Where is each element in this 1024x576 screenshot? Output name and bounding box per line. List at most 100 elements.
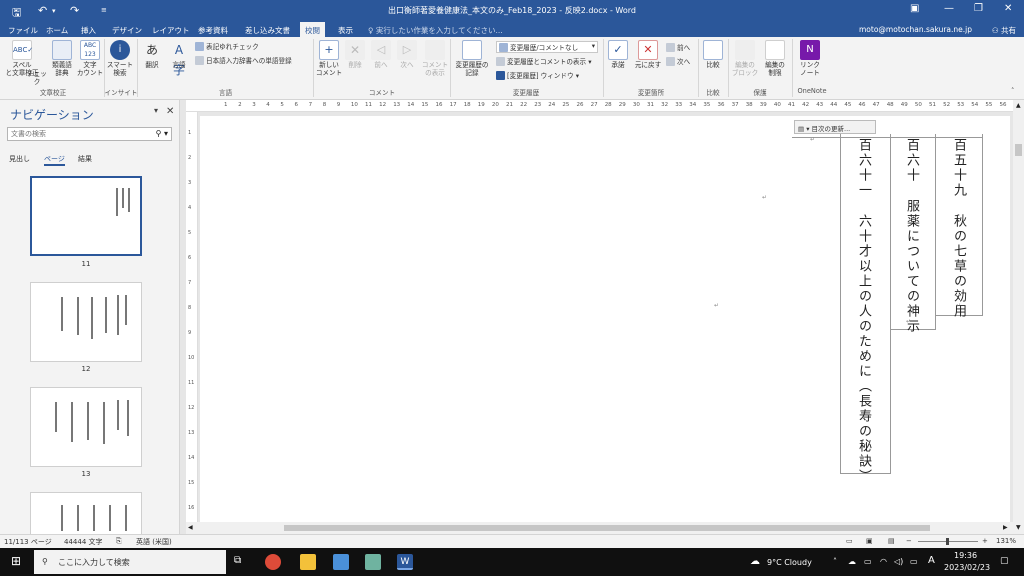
word-app-icon[interactable]: W <box>397 554 413 570</box>
next-comment-button[interactable]: ▷ 次へ <box>395 40 419 69</box>
restrict-editing-button[interactable]: 編集の 制限 <box>761 40 789 77</box>
previous-comment-button[interactable]: ◁ 前へ <box>369 40 393 69</box>
markup-display-select[interactable]: 変更履歴/コメントなし ▾ <box>496 41 598 53</box>
horizontal-scrollbar[interactable]: ◀ ▶ <box>186 522 1013 534</box>
tab-review[interactable]: 校閲 <box>300 22 325 37</box>
document-page[interactable]: ▤ ▾ 目次の更新... 百五十九秋の七草の効用 百六十服薬についての神示 百六… <box>200 116 1010 522</box>
new-comment-button[interactable]: + 新しい コメント <box>315 40 343 77</box>
tab-insert[interactable]: 挿入 <box>81 25 96 36</box>
zoom-out-icon[interactable]: − <box>906 537 912 545</box>
reject-button[interactable]: ✕ 元に戻す <box>632 40 664 69</box>
document-area[interactable]: ▤ ▾ 目次の更新... 百五十九秋の七草の効用 百六十服薬についての神示 百六… <box>198 112 1013 522</box>
compare-button[interactable]: 比較 <box>700 40 726 69</box>
store-icon[interactable] <box>333 554 349 570</box>
track-changes-button[interactable]: 変更履歴の 記録 <box>452 40 492 77</box>
page-thumbnail[interactable] <box>30 282 142 362</box>
zoom-slider-handle[interactable] <box>946 538 949 545</box>
weather-text[interactable]: 9°C Cloudy <box>767 558 812 567</box>
check-button[interactable]: チェック <box>25 70 49 86</box>
web-layout-icon[interactable]: ▤ <box>888 537 895 545</box>
ime-indicator[interactable]: A <box>928 555 935 566</box>
block-authors-button[interactable]: 編集の ブロック <box>731 40 759 77</box>
update-toc-button[interactable]: ▤ ▾ 目次の更新... <box>794 120 876 134</box>
tab-file[interactable]: ファイル <box>8 25 38 36</box>
notepad-icon[interactable] <box>365 554 381 570</box>
clock-date[interactable]: 2023/02/23 <box>944 563 990 572</box>
vertical-ruler[interactable]: 1 2 3 4 5 6 7 8 9 10 11 12 13 14 15 16 <box>186 112 198 522</box>
delete-comment-button[interactable]: ✕ 削除 <box>343 40 367 69</box>
scroll-left-icon[interactable]: ◀ <box>188 524 193 531</box>
page-count-status[interactable]: 11/113 ページ <box>4 537 52 547</box>
reviewing-pane-icon <box>496 71 505 80</box>
show-comments-button[interactable]: コメント の表示 <box>421 40 449 77</box>
taskbar-search-box[interactable]: ⚲ ここに入力して検索 <box>34 550 226 574</box>
maximize-button[interactable]: ❐ <box>974 3 983 14</box>
chrome-icon[interactable] <box>265 554 281 570</box>
nav-tab-pages[interactable]: ページ <box>44 154 65 166</box>
smart-lookup-button[interactable]: i スマート 検索 <box>106 40 134 77</box>
horizontal-ruler[interactable]: 1 2 3 4 5 6 7 8 9 10 11 12 13 14 15 16 17 18 19 20 21 22 23 24 2… <box>186 100 1014 112</box>
file-explorer-icon[interactable] <box>300 554 316 570</box>
ruler-tick: 35 <box>703 102 711 108</box>
zoom-in-icon[interactable]: + <box>982 537 988 545</box>
tab-references[interactable]: 参考資料 <box>198 25 228 36</box>
show-markup-button[interactable]: 変更履歴とコメントの表示 ▾ <box>496 56 592 66</box>
read-mode-icon[interactable]: ▭ <box>846 537 853 545</box>
linked-notes-button[interactable]: N リンク ノート <box>796 40 824 77</box>
proofing-status-icon[interactable]: ⎘ <box>116 537 122 546</box>
scroll-up-icon[interactable]: ▲ <box>1016 102 1021 109</box>
volume-icon[interactable]: ◁) <box>894 557 903 566</box>
tab-mailings[interactable]: 差し込み文書 <box>245 25 290 36</box>
translate-button[interactable]: あ 翻訳 <box>139 40 165 69</box>
accept-button[interactable]: ✓ 承諾 <box>605 40 631 69</box>
tell-me-box[interactable]: ♀ 実行したい作業を入力してください... <box>368 25 503 36</box>
page-thumbnail[interactable] <box>30 492 142 534</box>
reviewing-pane-button[interactable]: [変更履歴] ウィンドウ ▾ <box>496 70 579 80</box>
minimize-button[interactable]: — <box>944 3 954 14</box>
share-button[interactable]: ⚇ 共有 <box>992 25 1016 36</box>
nav-tab-results[interactable]: 結果 <box>78 154 92 164</box>
task-view-icon[interactable]: ⧉ <box>234 555 241 566</box>
tab-design[interactable]: デザイン <box>112 25 142 36</box>
thesaurus-button[interactable]: 類義語 辞典 <box>48 40 76 77</box>
page-thumbnail[interactable] <box>30 387 142 467</box>
add-dictionary-word-button[interactable]: 日本語入力辞書への単語登録 <box>195 55 292 65</box>
previous-change-button[interactable]: 前へ <box>666 42 690 52</box>
ribbon-display-options-icon[interactable]: ▣ <box>910 3 919 14</box>
notifications-icon[interactable]: ▢ <box>1000 556 1009 566</box>
check-notation-button[interactable]: 表記ゆれチェック <box>195 41 259 51</box>
wifi-icon[interactable]: ◠ <box>880 557 887 566</box>
scroll-down-icon[interactable]: ▼ <box>1016 524 1021 531</box>
close-button[interactable]: ✕ <box>1004 3 1012 14</box>
clock-time[interactable]: 19:36 <box>954 551 977 560</box>
tab-layout[interactable]: レイアウト <box>152 25 190 36</box>
scroll-right-icon[interactable]: ▶ <box>1003 524 1008 531</box>
collapse-ribbon-icon[interactable]: ˄ <box>1011 87 1014 95</box>
network-icon[interactable]: ▭ <box>864 557 872 566</box>
next-change-button[interactable]: 次へ <box>666 56 690 66</box>
nav-search-input[interactable] <box>8 128 148 140</box>
vertical-scroll-thumb[interactable] <box>1015 144 1022 156</box>
word-count-status[interactable]: 44444 文字 <box>64 537 103 547</box>
tab-view[interactable]: 表示 <box>338 25 353 36</box>
windows-start-icon[interactable]: ⊞ <box>11 554 21 568</box>
keyboard-icon[interactable]: ▭ <box>910 557 918 566</box>
search-icon[interactable]: ⚲ ▾ <box>156 129 168 138</box>
zoom-level[interactable]: 131% <box>996 537 1016 545</box>
nav-options-icon[interactable]: ▾ <box>154 106 158 115</box>
ruler-tick: 53 <box>957 102 965 108</box>
vertical-scrollbar[interactable]: ▲ ▼ <box>1013 100 1024 534</box>
language-button[interactable]: A字 言語 <box>166 40 192 77</box>
show-hidden-icons-icon[interactable]: ˄ <box>833 557 837 566</box>
tab-home[interactable]: ホーム <box>46 25 68 36</box>
nav-tab-headings[interactable]: 見出し <box>9 154 30 164</box>
close-icon[interactable]: ✕ <box>166 106 174 117</box>
print-layout-icon[interactable]: ▣ <box>866 537 873 545</box>
onedrive-icon[interactable]: ☁ <box>848 557 856 566</box>
horizontal-scroll-thumb[interactable] <box>284 525 930 531</box>
language-status[interactable]: 英語 (米国) <box>136 537 172 547</box>
word-count-button[interactable]: ABC 123 文字 カウント <box>76 40 104 77</box>
ruler-tick: 41 <box>788 102 795 108</box>
page-thumbnail[interactable] <box>30 176 142 256</box>
account-name[interactable]: moto@motochan.sakura.ne.jp <box>859 25 972 34</box>
